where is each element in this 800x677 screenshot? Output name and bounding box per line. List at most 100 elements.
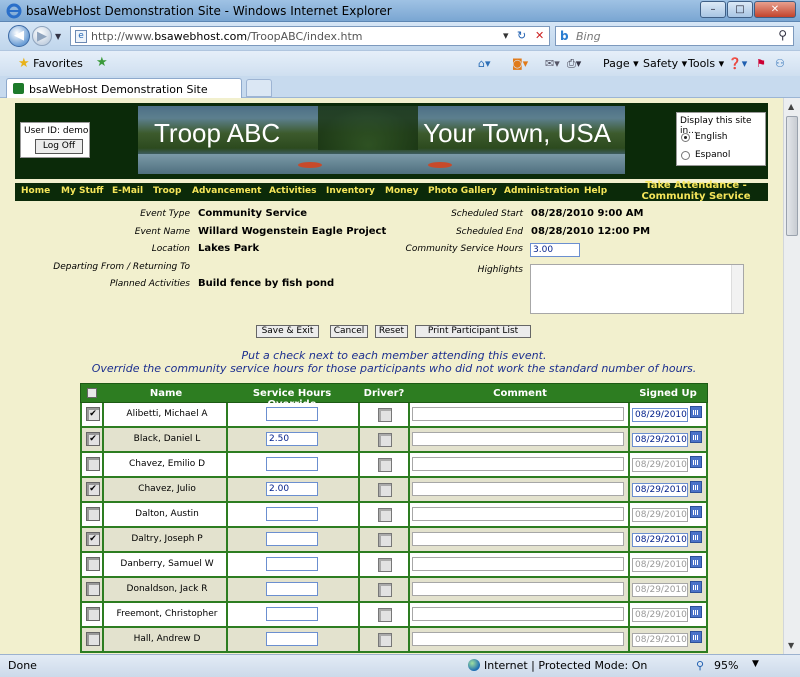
- mail-icon[interactable]: ✉▾: [545, 57, 560, 70]
- nav-photo-gallery[interactable]: Photo Gallery: [428, 186, 497, 196]
- calendar-icon[interactable]: [690, 581, 702, 593]
- signed-up-date-input[interactable]: 08/29/2010: [632, 483, 688, 497]
- highlights-textarea[interactable]: [530, 264, 744, 314]
- comment-input[interactable]: [412, 507, 624, 521]
- maximize-button[interactable]: □: [727, 1, 753, 18]
- attend-checkbox[interactable]: ✔: [86, 407, 100, 421]
- select-all-checkbox[interactable]: [87, 388, 97, 398]
- attend-checkbox[interactable]: [86, 632, 100, 646]
- comment-input[interactable]: [412, 532, 624, 546]
- signed-up-date-input[interactable]: 08/29/2010: [632, 408, 688, 422]
- address-bar[interactable]: e http://www.bsawebhost.com/TroopABC/ind…: [70, 26, 550, 46]
- zoom-dropdown-icon[interactable]: ▼: [752, 659, 759, 669]
- scrollbar-thumb[interactable]: [786, 116, 798, 236]
- attend-checkbox[interactable]: [86, 557, 100, 571]
- attend-checkbox[interactable]: [86, 607, 100, 621]
- comment-input[interactable]: [412, 582, 624, 596]
- calendar-icon[interactable]: [690, 606, 702, 618]
- hours-override-input[interactable]: [266, 582, 318, 596]
- back-button[interactable]: ◀: [8, 25, 30, 47]
- scroll-up-icon[interactable]: ▲: [788, 102, 794, 111]
- calendar-icon[interactable]: [690, 556, 702, 568]
- search-icon[interactable]: ⚲: [778, 28, 787, 42]
- add-favorite-icon[interactable]: ★: [96, 55, 108, 70]
- attend-checkbox[interactable]: ✔: [86, 482, 100, 496]
- espanol-radio[interactable]: [681, 151, 690, 160]
- tools-menu[interactable]: Tools ▾: [688, 57, 724, 70]
- refresh-icon[interactable]: ↻: [517, 29, 526, 42]
- page-menu[interactable]: Page ▾: [603, 57, 639, 70]
- nav-my-stuff[interactable]: My Stuff: [61, 186, 103, 196]
- address-dropdown-icon[interactable]: ▾: [503, 29, 509, 42]
- nav-advancement[interactable]: Advancement: [192, 186, 261, 196]
- driver-checkbox[interactable]: [378, 508, 392, 522]
- calendar-icon[interactable]: [690, 506, 702, 518]
- attend-checkbox[interactable]: [86, 457, 100, 471]
- signed-up-date-input[interactable]: 08/29/2010: [632, 558, 688, 572]
- comment-input[interactable]: [412, 557, 624, 571]
- hours-override-input[interactable]: 2.00: [266, 482, 318, 496]
- nav-activities[interactable]: Activities: [269, 186, 317, 196]
- nav-money[interactable]: Money: [385, 186, 419, 196]
- cancel-button[interactable]: Cancel: [330, 325, 368, 338]
- comment-input[interactable]: [412, 432, 624, 446]
- driver-checkbox[interactable]: [378, 483, 392, 497]
- driver-checkbox[interactable]: [378, 583, 392, 597]
- help-icon[interactable]: ❓▾: [728, 57, 747, 70]
- history-dropdown-icon[interactable]: ▼: [55, 32, 61, 41]
- service-hours-input[interactable]: 3.00: [530, 243, 580, 257]
- comment-input[interactable]: [412, 482, 624, 496]
- research-icon[interactable]: ⚑: [756, 57, 766, 70]
- stop-icon[interactable]: ✕: [535, 29, 544, 42]
- comment-input[interactable]: [412, 457, 624, 471]
- favorites-button[interactable]: ★ Favorites: [18, 56, 83, 71]
- signed-up-date-input[interactable]: 08/29/2010: [632, 633, 688, 647]
- attend-checkbox[interactable]: [86, 507, 100, 521]
- driver-checkbox[interactable]: [378, 433, 392, 447]
- home-icon[interactable]: ⌂▾: [478, 57, 491, 70]
- reset-button[interactable]: Reset: [375, 325, 408, 338]
- attend-checkbox[interactable]: [86, 582, 100, 596]
- signed-up-date-input[interactable]: 08/29/2010: [632, 433, 688, 447]
- calendar-icon[interactable]: [690, 431, 702, 443]
- calendar-icon[interactable]: [690, 406, 702, 418]
- hours-override-input[interactable]: [266, 632, 318, 646]
- print-icon[interactable]: ⎙▾: [567, 57, 581, 71]
- tab-bsawebhost[interactable]: bsaWebHost Demonstration Site: [6, 78, 242, 98]
- comment-input[interactable]: [412, 632, 624, 646]
- signed-up-date-input[interactable]: 08/29/2010: [632, 583, 688, 597]
- forward-button[interactable]: ▶: [32, 26, 52, 46]
- hours-override-input[interactable]: 2.50: [266, 432, 318, 446]
- comment-input[interactable]: [412, 607, 624, 621]
- calendar-icon[interactable]: [690, 531, 702, 543]
- signed-up-date-input[interactable]: 08/29/2010: [632, 533, 688, 547]
- minimize-button[interactable]: –: [700, 1, 726, 18]
- hours-override-input[interactable]: [266, 407, 318, 421]
- nav-troop[interactable]: Troop: [153, 186, 181, 196]
- driver-checkbox[interactable]: [378, 408, 392, 422]
- nav-home[interactable]: Home: [21, 186, 50, 196]
- logoff-button[interactable]: Log Off: [35, 139, 83, 154]
- highlights-scrollbar[interactable]: [731, 265, 743, 313]
- new-tab-button[interactable]: [246, 79, 272, 97]
- signed-up-date-input[interactable]: 08/29/2010: [632, 458, 688, 472]
- url-text[interactable]: http://www.bsawebhost.com/TroopABC/index…: [91, 30, 363, 43]
- hours-override-input[interactable]: [266, 507, 318, 521]
- zoom-level[interactable]: 95%: [714, 659, 738, 672]
- zoom-icon[interactable]: ⚲: [696, 659, 704, 672]
- search-box[interactable]: b Bing ⚲: [555, 26, 794, 46]
- driver-checkbox[interactable]: [378, 633, 392, 647]
- messenger-icon[interactable]: ⚇: [775, 57, 785, 70]
- scroll-down-icon[interactable]: ▼: [788, 641, 794, 650]
- nav-inventory[interactable]: Inventory: [326, 186, 375, 196]
- hours-override-input[interactable]: [266, 607, 318, 621]
- calendar-icon[interactable]: [690, 631, 702, 643]
- nav-administration[interactable]: Administration: [504, 186, 580, 196]
- security-zone-text[interactable]: Internet | Protected Mode: On: [484, 659, 647, 672]
- calendar-icon[interactable]: [690, 481, 702, 493]
- driver-checkbox[interactable]: [378, 533, 392, 547]
- save-exit-button[interactable]: Save & Exit: [256, 325, 319, 338]
- print-participant-list-button[interactable]: Print Participant List: [415, 325, 531, 338]
- english-radio[interactable]: [681, 133, 690, 142]
- feeds-icon[interactable]: ◙▾: [512, 57, 528, 70]
